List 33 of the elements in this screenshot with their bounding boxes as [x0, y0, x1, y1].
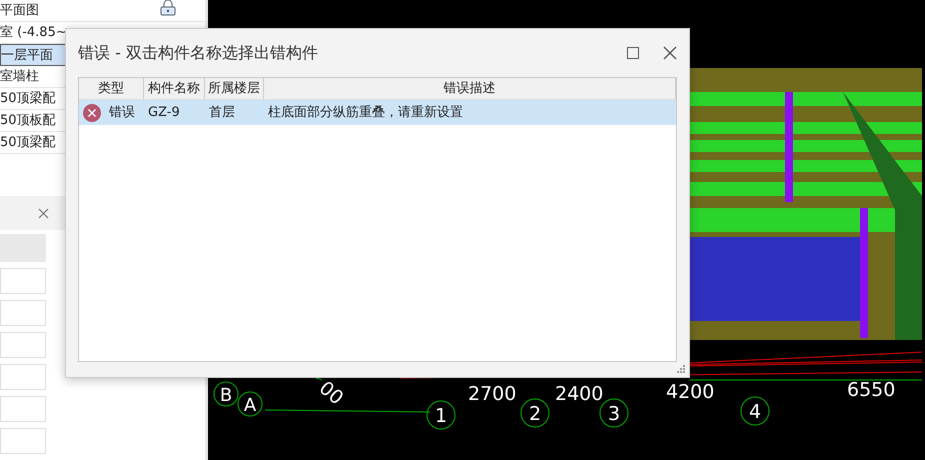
floor-list-item[interactable]: 平面图 [0, 0, 39, 21]
close-icon[interactable] [38, 208, 49, 218]
table-row[interactable]: 错误 GZ-9 首层 柱底面部分纵筋重叠，请重新设置 [79, 100, 676, 125]
input-field[interactable] [0, 300, 46, 326]
table-cell-text: 首层 [208, 104, 236, 122]
input-field[interactable] [0, 428, 46, 454]
close-icon[interactable] [663, 46, 677, 60]
axis-bubble: A [238, 392, 262, 416]
table-cell-text: 错误 [109, 104, 135, 122]
dimension-label: 00 [314, 376, 348, 410]
window-title: 错误 - 双击构件名称选择出错构件 [78, 42, 318, 64]
axis-bubble: B [214, 382, 238, 406]
input-field[interactable] [0, 332, 46, 358]
axis-bubble: 4 [740, 396, 770, 426]
dimension-label: 2700 [468, 383, 516, 405]
column-header[interactable]: 构件名称 [144, 78, 205, 99]
input-field[interactable] [0, 396, 46, 422]
lock-icon[interactable] [159, 0, 177, 16]
table-cell-text: 柱底面部分纵筋重叠，请重新设置 [267, 104, 463, 120]
dimension-label: 6550 [847, 379, 896, 401]
axis-bubble: 1 [426, 400, 456, 430]
error-icon [83, 104, 101, 122]
maximize-icon[interactable] [627, 47, 639, 59]
axis-bubble: 3 [600, 398, 628, 428]
column-header[interactable]: 所属楼层 [205, 78, 264, 99]
column-header[interactable]: 类型 [79, 78, 144, 99]
input-field[interactable] [0, 364, 46, 390]
resize-grip-icon[interactable] [677, 365, 686, 374]
input-field[interactable] [0, 268, 46, 294]
column-header[interactable]: 错误描述 [264, 78, 676, 99]
dimension-label: 4200 [666, 381, 714, 403]
table-cell-text: GZ-9 [147, 104, 181, 122]
axis-bubble: 2 [520, 398, 550, 428]
